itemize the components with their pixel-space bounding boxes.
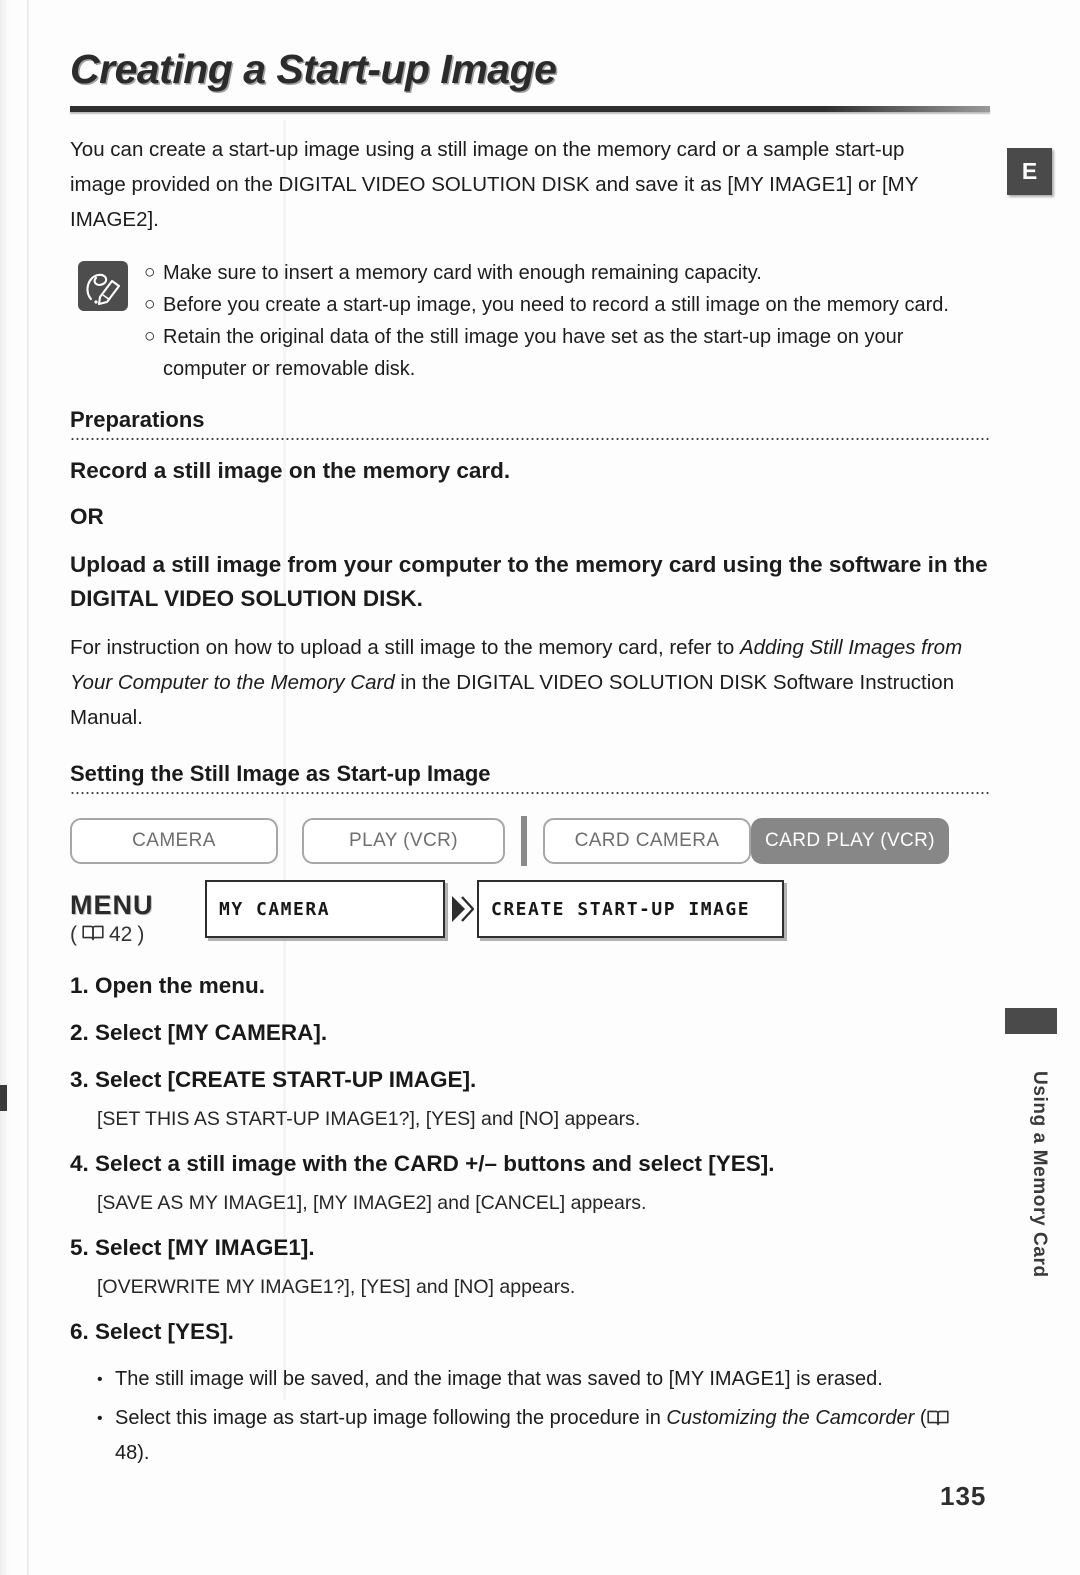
mode-divider — [521, 816, 527, 866]
preparations-paragraph: For instruction on how to upload a still… — [70, 630, 970, 735]
note-item: ○ Before you create a start-up image, yo… — [144, 289, 990, 321]
menu-label-group: MENU ( 42) — [70, 880, 205, 947]
menu-page-reference: ( 42) — [70, 923, 205, 947]
mode-button-card-play-vcr[interactable]: CARD PLAY (VCR) — [751, 818, 949, 864]
pencil-note-icon — [78, 261, 128, 311]
double-chevron-right-icon — [445, 880, 477, 938]
note-bullet-icon: ○ — [144, 326, 156, 347]
preparations-line-2: Upload a still image from your computer … — [70, 552, 988, 611]
menu-button-label: MENU — [70, 890, 154, 920]
menu-ref-open-paren: ( — [70, 923, 77, 946]
notes-block: ○ Make sure to insert a memory card with… — [78, 257, 990, 385]
bullet-dot-icon: • — [97, 1410, 103, 1427]
page-number: 135 — [940, 1481, 987, 1511]
prep-para-part1: For instruction on how to upload a still… — [70, 636, 740, 659]
bullet-dot-icon: • — [97, 1371, 103, 1388]
setting-rule — [70, 790, 990, 794]
step-1: 1. Open the menu. — [70, 973, 266, 998]
step-4-note: [SAVE AS MY IMAGE1], [MY IMAGE2] and [CA… — [97, 1192, 647, 1214]
note-text: Retain the original data of the still im… — [163, 326, 904, 380]
note-item: ○ Make sure to insert a memory card with… — [144, 257, 990, 289]
final-bullet-page-number: 48 — [115, 1442, 138, 1464]
scan-mark-artifact — [0, 1085, 7, 1111]
final-bullet-italic: Customizing the Camcorder — [666, 1407, 915, 1429]
manual-page: Creating a Start-up Image You can create… — [0, 0, 1080, 1575]
menu-navigation-row: MENU ( 42) MY CAMERA CREATE START-UP IMA… — [70, 880, 990, 947]
menu-item-my-camera[interactable]: MY CAMERA — [205, 880, 445, 938]
step-2: 2. Select [MY CAMERA]. — [70, 1020, 328, 1045]
mode-button-camera[interactable]: CAMERA — [70, 818, 278, 864]
final-bullet-text: Select this image as start-up image foll… — [115, 1402, 977, 1470]
book-icon — [926, 1404, 949, 1437]
notes-list: ○ Make sure to insert a memory card with… — [144, 257, 990, 385]
book-icon — [82, 923, 104, 947]
mode-button-row: CAMERA PLAY (VCR) CARD CAMERA CARD PLAY … — [70, 816, 990, 866]
preparations-rule — [70, 436, 990, 440]
section-thumb-index-bar — [1005, 1008, 1057, 1034]
final-bullet-close-paren: ). — [137, 1442, 150, 1464]
step-3: 3. Select [CREATE START-UP IMAGE]. — [70, 1067, 477, 1092]
section-side-label: Using a Memory Card — [1029, 1070, 1050, 1278]
final-bullet-text: The still image will be saved, and the i… — [115, 1368, 883, 1390]
final-bullet-item: • Select this image as start-up image fo… — [97, 1402, 977, 1470]
preparations-heading: Preparations — [70, 407, 205, 432]
preparations-line-1: Record a still image on the memory card. — [70, 458, 511, 483]
title-rule — [70, 106, 990, 112]
preparations-or: OR — [70, 504, 104, 529]
menu-ref-close-paren: ) — [137, 923, 145, 946]
steps-list: 1. Open the menu. 2. Select [MY CAMERA].… — [70, 969, 990, 1349]
language-tab-e: E — [1007, 148, 1052, 195]
step-5-note: [OVERWRITE MY IMAGE1?], [YES] and [NO] a… — [97, 1276, 576, 1298]
page-content: Creating a Start-up Image You can create… — [70, 0, 990, 1470]
menu-item-create-start-up-image[interactable]: CREATE START-UP IMAGE — [477, 880, 784, 938]
note-text: Before you create a start-up image, you … — [163, 294, 949, 316]
mode-button-card-camera[interactable]: CARD CAMERA — [543, 818, 751, 864]
scan-line-artifact — [27, 0, 29, 1575]
step-6: 6. Select [YES]. — [70, 1319, 234, 1344]
scan-edge-artifact — [0, 0, 10, 1575]
final-bullet-part1: Select this image as start-up image foll… — [115, 1407, 667, 1429]
final-bullet-item: • The still image will be saved, and the… — [97, 1363, 977, 1396]
note-bullet-icon: ○ — [144, 294, 156, 315]
final-bullet-list: • The still image will be saved, and the… — [97, 1363, 990, 1470]
intro-paragraph: You can create a start-up image using a … — [70, 138, 919, 231]
note-text: Make sure to insert a memory card with e… — [163, 262, 762, 284]
note-bullet-icon: ○ — [144, 262, 156, 283]
step-5: 5. Select [MY IMAGE1]. — [70, 1235, 315, 1260]
menu-ref-page-number: 42 — [109, 923, 133, 946]
step-3-note: [SET THIS AS START-UP IMAGE1?], [YES] an… — [97, 1108, 641, 1130]
final-bullet-open-paren: ( — [914, 1407, 927, 1429]
step-4: 4. Select a still image with the CARD +/… — [70, 1151, 775, 1176]
setting-heading: Setting the Still Image as Start-up Imag… — [70, 761, 491, 786]
page-title: Creating a Start-up Image — [70, 46, 557, 92]
mode-button-play-vcr[interactable]: PLAY (VCR) — [302, 818, 505, 864]
note-item: ○ Retain the original data of the still … — [144, 321, 990, 385]
